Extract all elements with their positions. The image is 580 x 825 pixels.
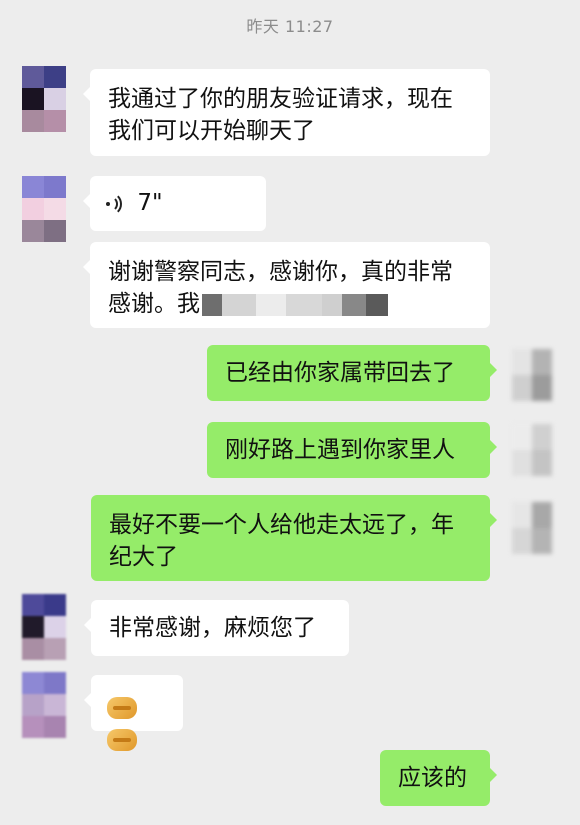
handshake-emoji-icon xyxy=(107,696,137,719)
message-text-line: 纪大了 xyxy=(109,544,178,570)
message-text-line: 我们可以开始聊天了 xyxy=(108,118,315,144)
message-text-line: 谢谢警察同志，感谢你，真的非常 xyxy=(108,259,453,285)
message-bubble-outgoing[interactable]: 最好不要一个人给他走太远了，年 纪大了 xyxy=(91,495,497,581)
chat-timestamp: 昨天 11:27 xyxy=(246,17,334,36)
emoji-message-bubble[interactable] xyxy=(84,675,183,751)
my-avatar[interactable] xyxy=(512,424,552,476)
contact-avatar[interactable] xyxy=(22,66,66,132)
message-text-line: 我通过了你的朋友验证请求，现在 xyxy=(108,86,453,112)
message-bubble-outgoing[interactable]: 刚好路上遇到你家里人 xyxy=(207,422,497,478)
contact-avatar[interactable] xyxy=(22,176,66,242)
message-text: 非常感谢，麻烦您了 xyxy=(109,615,316,641)
my-avatar[interactable] xyxy=(512,502,552,554)
message-bubble-incoming[interactable]: 谢谢警察同志，感谢你，真的非常 感谢。我 xyxy=(83,242,490,328)
voice-wave-icon xyxy=(104,191,126,216)
message-bubble-outgoing[interactable]: 已经由你家属带回去了 xyxy=(207,345,497,401)
contact-avatar[interactable] xyxy=(22,672,66,738)
message-bubble-incoming[interactable]: 我通过了你的朋友验证请求，现在 我们可以开始聊天了 xyxy=(83,69,490,156)
message-text: 刚好路上遇到你家里人 xyxy=(225,437,455,463)
message-text-line: 最好不要一个人给他走太远了，年 xyxy=(109,512,454,538)
contact-avatar[interactable] xyxy=(22,594,66,660)
message-text: 应该的 xyxy=(398,765,467,791)
message-bubble-incoming[interactable]: 非常感谢，麻烦您了 xyxy=(84,600,349,656)
redacted-text-mosaic xyxy=(202,293,388,316)
voice-message-bubble[interactable]: 7" xyxy=(83,176,266,231)
voice-duration: 7" xyxy=(137,190,163,216)
message-text-line: 感谢。我 xyxy=(108,291,200,317)
message-text: 已经由你家属带回去了 xyxy=(225,360,455,386)
my-avatar[interactable] xyxy=(512,349,552,401)
message-bubble-outgoing[interactable]: 应该的 xyxy=(380,750,497,806)
handshake-emoji-icon xyxy=(107,728,137,751)
